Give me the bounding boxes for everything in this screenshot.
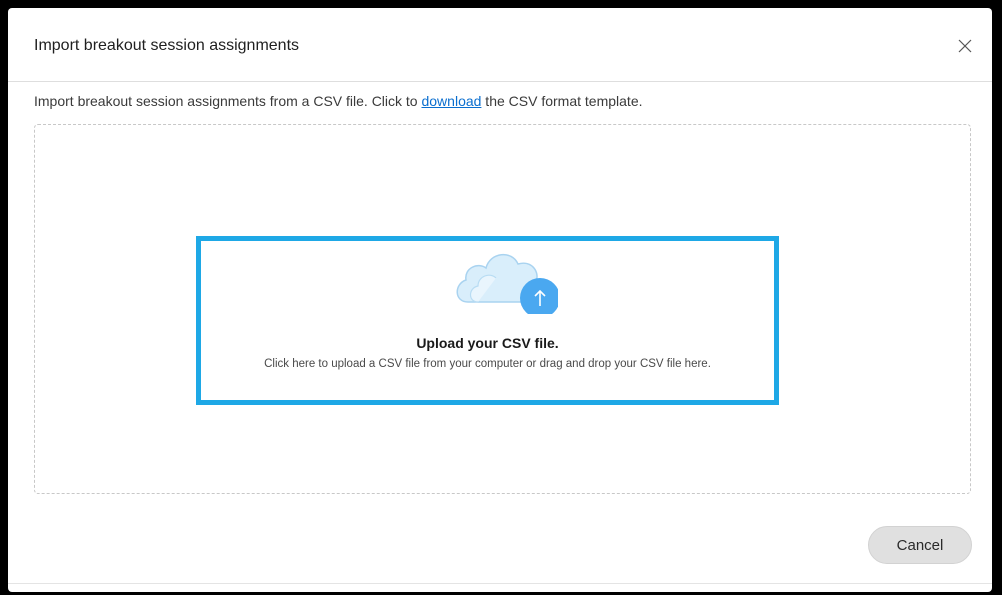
upload-instructions: Click here to upload a CSV file from you… <box>264 358 711 370</box>
dialog-header: Import breakout session assignments <box>8 8 992 82</box>
download-template-link[interactable]: download <box>421 93 481 109</box>
dialog-title: Import breakout session assignments <box>34 37 300 54</box>
upload-title: Upload your CSV file. <box>416 335 559 351</box>
cloud-upload-icon <box>448 242 560 318</box>
close-icon[interactable] <box>956 37 974 55</box>
import-description: Import breakout session assignments from… <box>34 93 643 109</box>
import-dialog: Import breakout session assignments Impo… <box>8 8 992 592</box>
dialog-bottom-edge <box>8 583 992 584</box>
description-suffix: the CSV format template. <box>481 93 643 109</box>
description-prefix: Import breakout session assignments from… <box>34 93 422 109</box>
cancel-button[interactable]: Cancel <box>868 526 972 564</box>
